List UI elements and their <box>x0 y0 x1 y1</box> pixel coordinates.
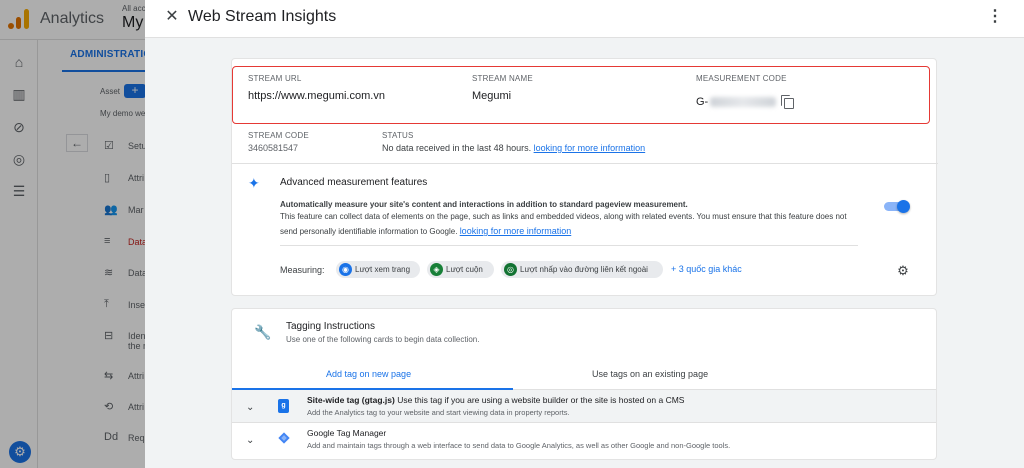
gtag-row[interactable]: ⌄ g Site-wide tag (gtag.js) Use this tag… <box>232 390 936 422</box>
divider <box>280 245 858 246</box>
stream-code-value: 3460581547 <box>248 143 299 153</box>
advanced-measurement-toggle[interactable] <box>884 200 910 213</box>
measuring-label: Measuring: <box>280 265 325 275</box>
advanced-measurement-title: Advanced measurement features <box>280 177 428 188</box>
status-label: STATUS <box>382 131 414 140</box>
gtm-desc: Add and maintain tags through a web inte… <box>307 441 731 450</box>
close-icon[interactable]: ✕ <box>163 8 181 26</box>
more-events-link[interactable]: + 3 quốc gia khác <box>671 264 742 274</box>
gtag-desc: Add the Analytics tag to your website an… <box>307 408 570 417</box>
sparkle-icon: ✦ <box>248 175 260 191</box>
gtm-title: Google Tag Manager <box>307 428 387 438</box>
redacted-code <box>710 97 777 108</box>
wrench-icon: 🔧 <box>254 324 272 340</box>
chip-page-views[interactable]: ◉ Lượt xem trang <box>336 261 420 278</box>
more-vert-icon[interactable]: ⋮ <box>987 8 1003 28</box>
tagging-subtitle: Use one of the following cards to begin … <box>286 335 480 344</box>
mouse-icon: ◎ <box>504 263 517 276</box>
panel-header: ✕ Web Stream Insights ⋮ <box>145 0 1024 38</box>
stream-name-label: STREAM NAME <box>472 74 533 83</box>
measurement-code-value: G- <box>696 96 777 108</box>
status-value: No data received in the last 48 hours. l… <box>382 143 646 153</box>
tagging-instructions-card: 🔧 Tagging Instructions Use one of the fo… <box>231 308 937 460</box>
tag-manager-icon <box>278 432 290 444</box>
scroll-icon: ◈ <box>430 263 443 276</box>
chip-scrolls[interactable]: ◈ Lượt cuộn <box>427 261 494 278</box>
eye-icon: ◉ <box>339 263 352 276</box>
gtm-row[interactable]: ⌄ Google Tag Manager Add and maintain ta… <box>232 423 936 455</box>
panel-title: Web Stream Insights <box>188 8 337 25</box>
chevron-down-icon[interactable]: ⌄ <box>246 435 254 446</box>
advanced-learn-more-link[interactable]: looking for more information <box>460 226 572 236</box>
gear-icon[interactable]: ⚙ <box>896 264 910 278</box>
stream-name-value: Megumi <box>472 90 512 102</box>
chevron-down-icon[interactable]: ⌄ <box>246 402 254 413</box>
tab-add-tag-new-page[interactable]: Add tag on new page <box>326 369 411 379</box>
stream-code-label: STREAM CODE <box>248 131 309 140</box>
status-learn-more-link[interactable]: looking for more information <box>534 143 646 153</box>
stream-details-card: STREAM URL https://www.megumi.com.vn STR… <box>231 58 938 296</box>
advanced-measurement-desc: This feature can collect data of element… <box>280 212 847 236</box>
web-stream-panel: ✕ Web Stream Insights ⋮ STREAM URL https… <box>145 0 1024 468</box>
stream-url-label: STREAM URL <box>248 74 302 83</box>
copy-icon[interactable] <box>781 95 795 109</box>
divider <box>232 163 938 164</box>
tab-existing-page[interactable]: Use tags on an existing page <box>592 369 708 379</box>
tagging-title: Tagging Instructions <box>286 321 375 332</box>
stream-url-value: https://www.megumi.com.vn <box>248 90 385 102</box>
measurement-code-label: MEASUREMENT CODE <box>696 74 787 83</box>
gtag-title: Site-wide tag (gtag.js) Use this tag if … <box>307 395 685 405</box>
advanced-measurement-lead: Automatically measure your site's conten… <box>280 200 688 209</box>
gtag-icon: g <box>278 399 289 413</box>
chip-outbound-clicks[interactable]: ◎ Lượt nhấp vào đường liên kết ngoài <box>501 261 663 278</box>
